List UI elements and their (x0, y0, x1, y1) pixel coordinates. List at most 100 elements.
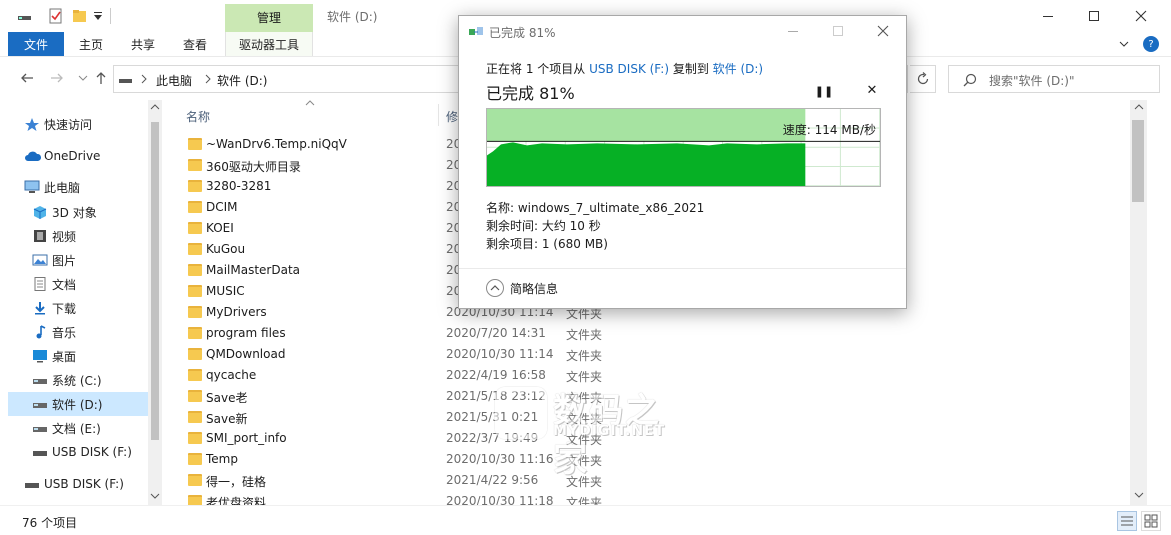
tab-view[interactable]: 查看 (183, 36, 207, 53)
folder-icon (188, 495, 202, 505)
destination-link[interactable]: 软件 (D:) (713, 62, 763, 76)
dialog-close-button[interactable] (868, 20, 898, 42)
customize-quick-access-icon[interactable] (92, 10, 108, 26)
nav-item[interactable]: 音乐 (8, 320, 148, 344)
file-row[interactable]: QMDownload 2020/10/30 11:14 文件夹 (182, 344, 1122, 365)
close-button[interactable] (1118, 0, 1164, 32)
nav-item[interactable]: 下载 (8, 296, 148, 320)
copy-progress-dialog: 已完成 81% 正在将 1 个项目从 USB DISK (F:) 复制到 软件 … (458, 15, 907, 309)
file-modified: 2020/10/30 11:18 (446, 494, 554, 505)
nav-scrollbar-thumb[interactable] (151, 122, 159, 440)
nav-item-label: 此电脑 (44, 180, 81, 195)
search-placeholder: 搜索"软件 (D:)" (989, 74, 1075, 88)
copy-desc-prefix: 正在将 1 个项目从 (486, 62, 590, 76)
nav-item[interactable]: 文档 (E:) (8, 416, 148, 440)
arrow-up-icon (96, 72, 106, 84)
scroll-up-icon[interactable] (1134, 103, 1144, 111)
folder-icon (188, 285, 202, 297)
breadcrumb-this-pc[interactable]: 此电脑 (156, 72, 192, 89)
breadcrumb-separator-icon (140, 72, 148, 86)
progress-percent: 已完成 81% (486, 84, 575, 103)
minimize-button[interactable] (1025, 0, 1071, 32)
file-name: Temp (206, 452, 238, 466)
help-button[interactable]: ? (1143, 36, 1159, 52)
details-view-button[interactable] (1117, 511, 1137, 531)
scroll-down-icon[interactable] (150, 492, 160, 500)
file-name: MailMasterData (206, 263, 301, 277)
nav-item-label: OneDrive (44, 149, 101, 163)
desktop-icon (32, 349, 48, 363)
nav-item[interactable]: 3D 对象 (8, 200, 148, 224)
nav-item[interactable]: 快速访问 (8, 112, 148, 136)
sort-ascending-icon (305, 100, 315, 106)
nav-item[interactable]: 软件 (D:) (8, 392, 148, 416)
usb-drive-icon (24, 477, 40, 491)
nav-item[interactable]: 文档 (8, 272, 148, 296)
drive-icon (32, 421, 48, 435)
file-row[interactable]: 老优盘资料 2020/10/30 11:18 文件夹 (182, 491, 1122, 505)
file-name: program files (206, 326, 286, 340)
nav-item[interactable]: 桌面 (8, 344, 148, 368)
dialog-minimize-button[interactable] (778, 20, 808, 42)
nav-item[interactable]: USB DISK (F:) (8, 440, 148, 464)
status-bar: 76 个项目 (0, 505, 1171, 535)
column-divider[interactable] (438, 104, 439, 126)
arrow-right-icon (51, 73, 63, 83)
file-name: 3280-3281 (206, 179, 272, 193)
recent-locations-button[interactable] (74, 69, 92, 87)
back-button[interactable] (18, 69, 36, 87)
file-type: 文件夹 (566, 349, 603, 363)
file-name: KuGou (206, 242, 246, 256)
nav-item[interactable]: 视频 (8, 224, 148, 248)
pause-button[interactable]: ❚❚ (815, 84, 833, 98)
list-scrollbar-thumb[interactable] (1132, 120, 1144, 202)
forward-button[interactable] (48, 69, 66, 87)
new-folder-icon[interactable] (72, 8, 88, 24)
nav-item[interactable]: USB DISK (F:) (8, 472, 148, 496)
tab-share[interactable]: 共享 (131, 36, 155, 53)
folder-icon (188, 264, 202, 276)
nav-item[interactable]: 此电脑 (8, 175, 148, 199)
close-icon (877, 25, 889, 37)
scroll-down-icon[interactable] (1134, 491, 1144, 499)
source-link[interactable]: USB DISK (F:) (589, 62, 669, 76)
cancel-button[interactable]: ✕ (865, 82, 879, 98)
nav-item-label: 视频 (52, 229, 77, 244)
maximize-icon (1089, 11, 1099, 21)
breadcrumb-separator-icon (204, 72, 212, 86)
file-modified: 2020/10/30 11:16 (446, 452, 554, 466)
computer-icon (24, 180, 40, 194)
file-row[interactable]: program files 2020/7/20 14:31 文件夹 (182, 323, 1122, 344)
tab-file[interactable]: 文件 (8, 32, 64, 56)
search-input[interactable]: 搜索"软件 (D:)" (948, 65, 1160, 93)
folder-icon (188, 432, 202, 444)
tab-home[interactable]: 主页 (79, 36, 103, 53)
nav-item-label: 下载 (52, 301, 77, 316)
up-button[interactable] (92, 69, 110, 87)
window-title: 软件 (D:) (327, 10, 378, 24)
time-remaining-line: 剩余时间: 大约 10 秒 (486, 219, 601, 233)
tab-drive-tools[interactable]: 驱动器工具 (239, 36, 299, 53)
fewer-details-button[interactable]: 简略信息 (486, 278, 558, 298)
cube-icon (32, 205, 48, 219)
refresh-button[interactable] (910, 65, 936, 93)
maximize-button[interactable] (1071, 0, 1117, 32)
scroll-up-icon[interactable] (150, 103, 160, 111)
column-name[interactable]: 名称 (186, 108, 210, 125)
speed-history-area (487, 142, 806, 186)
nav-item[interactable]: 图片 (8, 248, 148, 272)
folder-icon (188, 411, 202, 423)
breadcrumb-current[interactable]: 软件 (D:) (217, 72, 267, 89)
column-modified[interactable]: 修 (446, 108, 458, 125)
large-icons-view-button[interactable] (1141, 511, 1161, 531)
nav-item[interactable]: OneDrive (8, 144, 148, 168)
file-name: QMDownload (206, 347, 286, 361)
file-modified: 2020/7/20 14:31 (446, 326, 546, 340)
expand-ribbon-icon[interactable] (1118, 38, 1130, 50)
file-type: 文件夹 (566, 496, 603, 505)
folder-icon (188, 243, 202, 255)
video-icon (32, 229, 48, 243)
nav-item[interactable]: 系统 (C:) (8, 368, 148, 392)
watermark: 数码之家 MYDIGIT.NET (495, 383, 695, 480)
properties-icon[interactable] (48, 8, 64, 24)
